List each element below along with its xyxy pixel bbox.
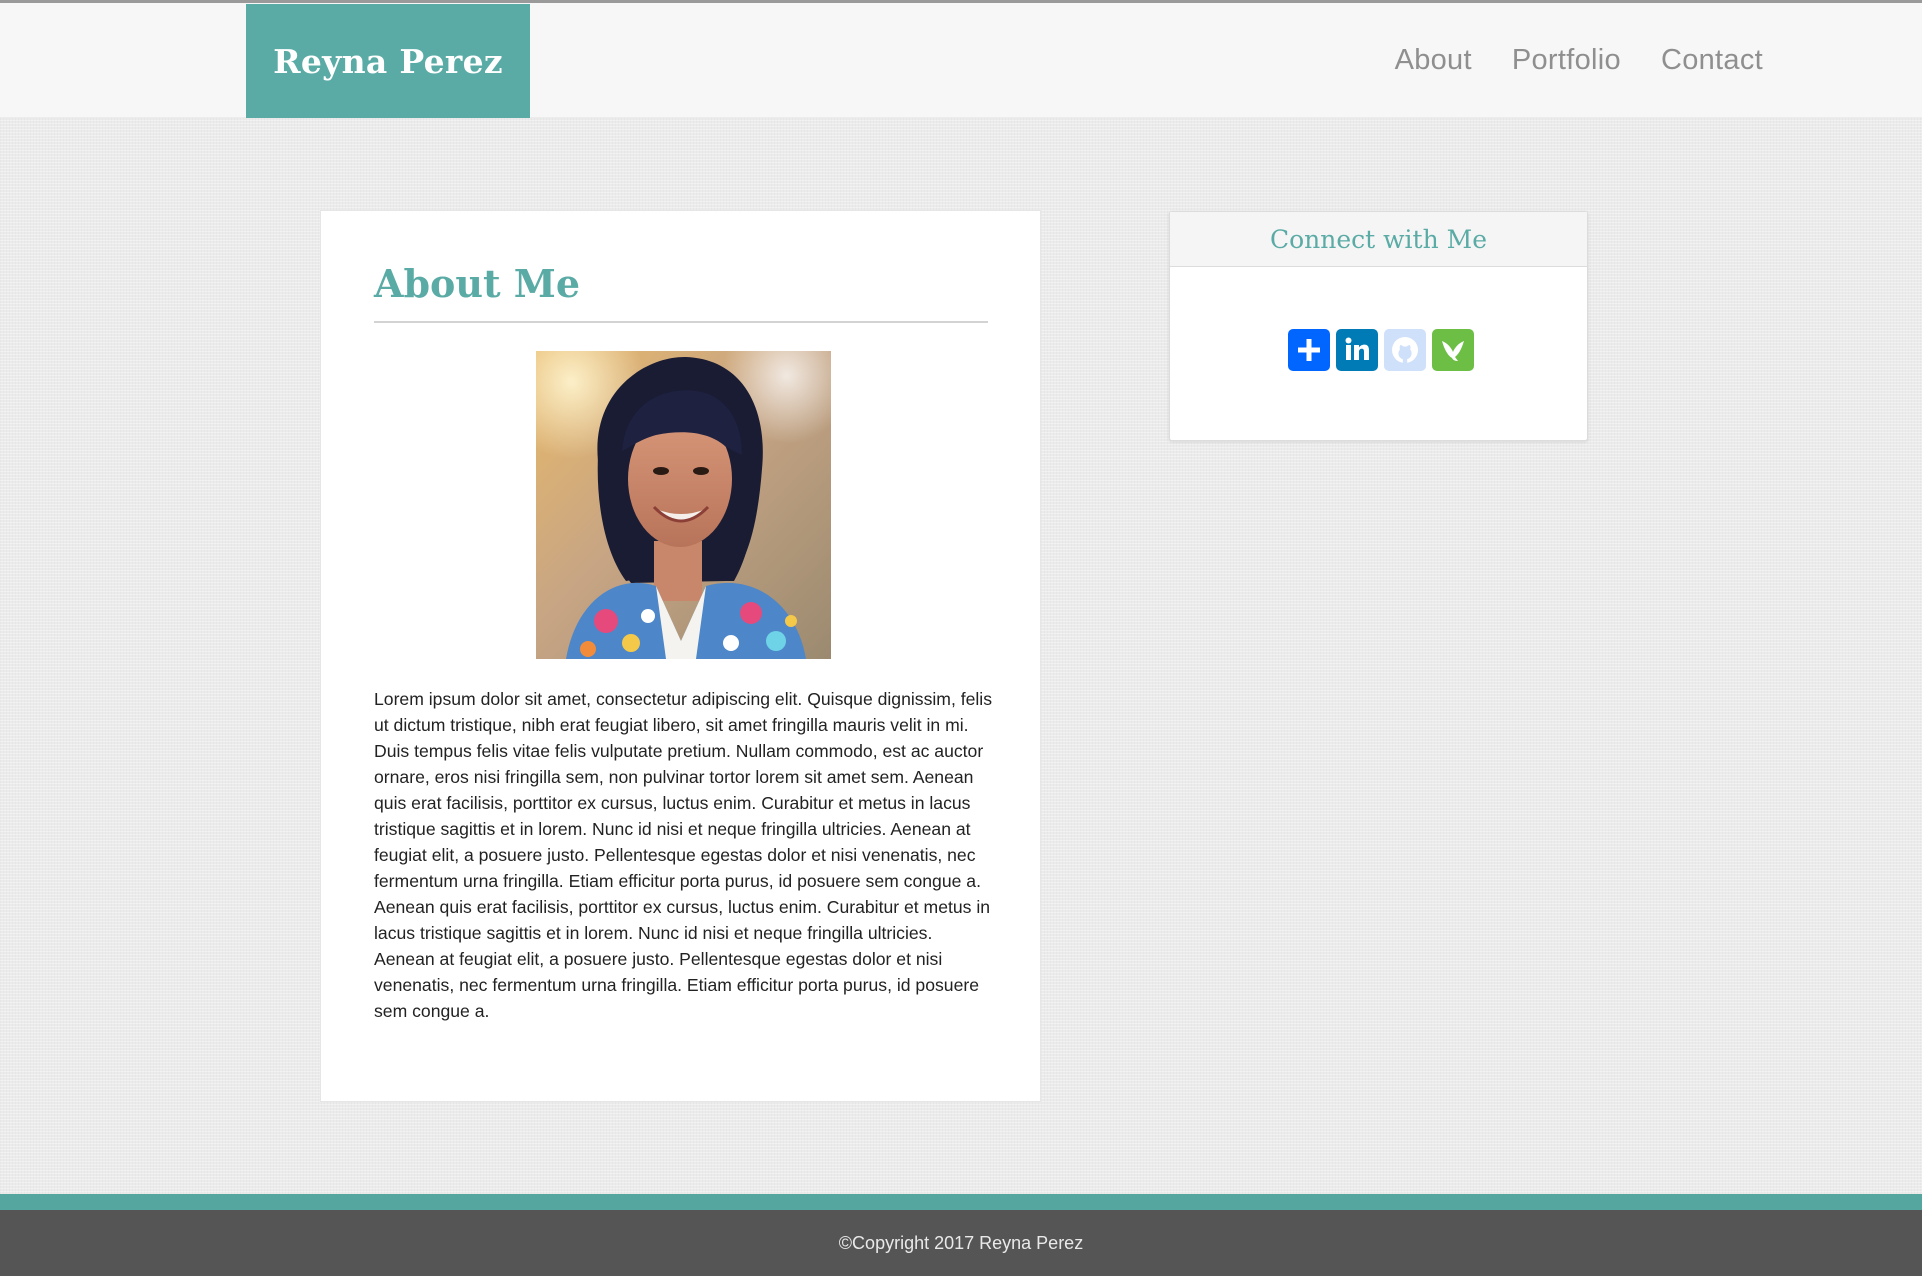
nav-about-link[interactable]: About: [1395, 44, 1472, 77]
portrait-photo: [536, 351, 831, 659]
linkedin-icon[interactable]: [1336, 329, 1378, 371]
social-links: [1288, 329, 1474, 371]
about-paragraph: Lorem ipsum dolor sit amet, consectetur …: [374, 689, 993, 1021]
widget-header: Connect with Me: [1170, 212, 1587, 267]
brand-logo[interactable]: Reyna Perez: [246, 4, 530, 118]
about-card: About Me Lorem ipsum dolor sit amet, con…: [320, 210, 1041, 1102]
share-plus-icon[interactable]: [1288, 329, 1330, 371]
site-header: Reyna Perez About Portfolio Contact: [0, 0, 1922, 118]
copyright-text: ©Copyright 2017 Reyna Perez: [838, 1232, 1084, 1253]
about-title: About Me: [374, 261, 581, 306]
connect-widget: Connect with Me: [1169, 211, 1588, 441]
widget-title: Connect with Me: [1269, 224, 1488, 254]
footer-accent-bar: [0, 1194, 1922, 1210]
brand-name[interactable]: Reyna Perez: [273, 42, 503, 81]
main-nav: About Portfolio Contact: [1395, 3, 1763, 117]
site-footer: ©Copyright 2017 Reyna Perez: [0, 1210, 1922, 1276]
nav-portfolio-link[interactable]: Portfolio: [1512, 44, 1621, 77]
title-divider: [374, 321, 988, 323]
nav-contact-link[interactable]: Contact: [1661, 44, 1763, 77]
bird-icon[interactable]: [1432, 329, 1474, 371]
github-icon[interactable]: [1384, 329, 1426, 371]
